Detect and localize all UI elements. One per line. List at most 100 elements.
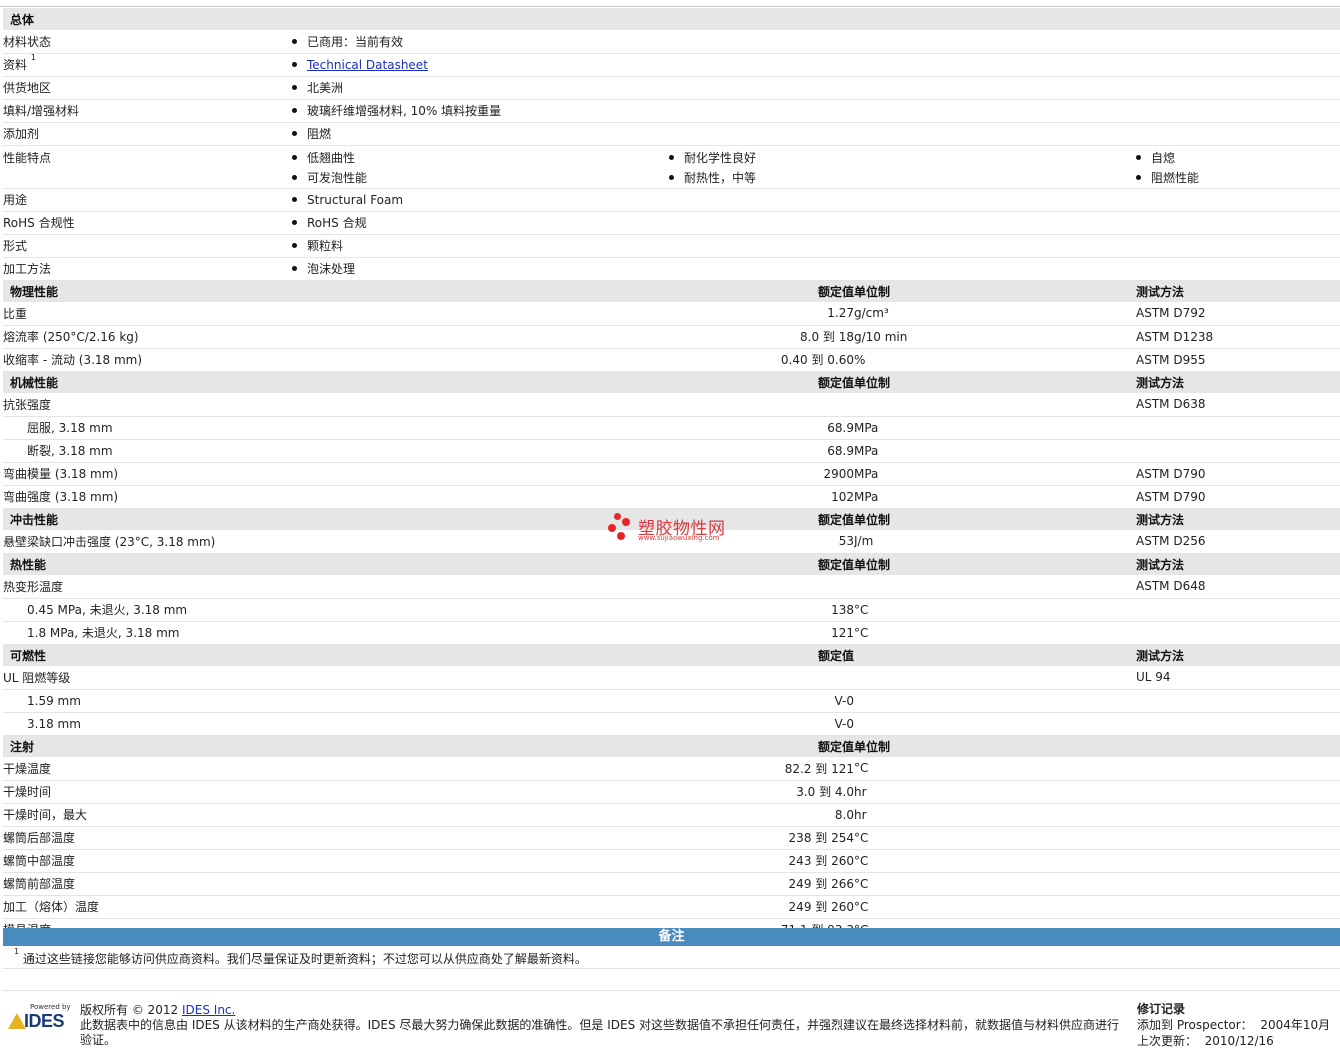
property-unit: °C	[854, 872, 1136, 896]
bullet-item: Structural Foam	[292, 193, 403, 207]
property-label: 收缩率 - 流动 (3.18 mm)	[3, 348, 669, 372]
property-unit	[854, 712, 1136, 736]
property-row: 干燥时间，最大 8.0 hr	[3, 803, 1340, 827]
property-row: 螺筒中部温度 243 到 260 °C	[3, 849, 1340, 873]
ides-logo[interactable]: Powered by IDES	[8, 1003, 72, 1033]
bullet-icon	[669, 174, 674, 180]
property-test-method: ASTM D790	[1136, 462, 1340, 486]
bullet-icon	[292, 108, 297, 113]
features-column: 耐化学性良好 耐热性，中等	[669, 145, 1136, 189]
property-unit	[854, 575, 1136, 599]
property-value: 8.0	[669, 803, 854, 827]
property-label: 比重	[3, 302, 669, 326]
bullet-item: 低翘曲性	[292, 151, 355, 165]
property-value: 1.27	[669, 302, 854, 326]
property-unit	[854, 689, 1136, 713]
property-row: 比重 1.27 g/cm³ ASTM D792	[3, 302, 1340, 326]
property-unit	[854, 666, 1136, 690]
unit-header: 单位制	[854, 735, 1136, 757]
bullet-item: 耐化学性良好	[669, 151, 756, 165]
unit-header: 单位制	[854, 371, 1136, 393]
bullet-item: RoHS 合规	[292, 216, 367, 230]
property-row: 螺筒后部温度 238 到 254 °C	[3, 826, 1340, 850]
nominal-header: 额定值	[669, 371, 854, 393]
property-test-method	[1136, 803, 1340, 827]
bullet-item: 泡沫处理	[292, 262, 355, 276]
property-row: 3.18 mm V-0	[3, 712, 1340, 736]
property-value	[669, 393, 854, 417]
property-row: 螺筒前部温度 249 到 266 °C	[3, 872, 1340, 896]
section-header-thermal: 热性能 额定值 单位制 测试方法	[3, 553, 1340, 575]
row-label: RoHS 合规性	[3, 211, 292, 235]
property-row: 热变形温度 ASTM D648	[3, 575, 1340, 599]
property-row: 加工（熔体）温度 249 到 260 °C	[3, 895, 1340, 919]
row-label: 材料状态	[3, 30, 292, 54]
property-value: 121	[669, 621, 854, 645]
top-border	[0, 0, 1340, 7]
property-value: V-0	[669, 689, 854, 713]
property-value: 82.2 到 121	[669, 757, 854, 781]
property-unit: °C	[854, 621, 1136, 645]
nominal-header: 额定值	[669, 644, 854, 666]
property-test-method	[1136, 621, 1340, 645]
property-row: 弯曲模量 (3.18 mm) 2900 MPa ASTM D790	[3, 462, 1340, 486]
row-label: 形式	[3, 234, 292, 258]
bullet-item[interactable]: Technical Datasheet	[292, 58, 428, 72]
property-label: 干燥时间，最大	[3, 803, 669, 827]
property-unit: MPa	[854, 439, 1136, 463]
watermark-logo: 塑胶物性网 www.sujiaowuxing.com	[606, 511, 746, 547]
nominal-header: 额定值	[669, 735, 854, 757]
nominal-header: 额定值	[669, 280, 854, 302]
revision-history: 修订记录 添加到 Prospector： 2004年10月 上次更新： 2010…	[1137, 1002, 1331, 1048]
divider	[3, 968, 1340, 969]
property-label: 热变形温度	[3, 575, 669, 599]
test-header: 测试方法	[1136, 644, 1340, 666]
property-label: 加工（熔体）温度	[3, 895, 669, 919]
property-value: 138	[669, 598, 854, 622]
unit-header: 单位制	[854, 553, 1136, 575]
section-header-flammability: 可燃性 额定值 测试方法	[3, 644, 1340, 666]
property-test-method	[1136, 712, 1340, 736]
general-row: 资料 1 Technical Datasheet	[3, 53, 1340, 77]
row-label: 供货地区	[3, 76, 292, 100]
row-value: Structural Foam	[292, 188, 1340, 212]
property-test-method	[1136, 757, 1340, 781]
property-test-method: ASTM D1238	[1136, 325, 1340, 349]
bullet-icon	[292, 174, 297, 180]
watermark-url: www.sujiaowuxing.com	[638, 534, 720, 542]
bullet-item: 阻燃性能	[1136, 171, 1199, 185]
bullet-icon	[669, 154, 674, 160]
property-value	[669, 666, 854, 690]
property-test-method: ASTM D792	[1136, 302, 1340, 326]
bullet-item: 已商用：当前有效	[292, 35, 403, 49]
property-label: UL 阻燃等级	[3, 666, 669, 690]
test-header: 测试方法	[1136, 553, 1340, 575]
property-label: 抗张强度	[3, 393, 669, 417]
row-value: 玻璃纤维增强材料, 10% 填料按重量	[292, 99, 1340, 123]
property-label: 干燥温度	[3, 757, 669, 781]
row-value: 已商用：当前有效	[292, 30, 1340, 54]
property-label: 熔流率 (250°C/2.16 kg)	[3, 325, 669, 349]
bullet-icon	[292, 243, 297, 248]
ides-link[interactable]: IDES Inc.	[182, 1003, 235, 1017]
property-test-method: ASTM D790	[1136, 485, 1340, 509]
bullet-item: 自熄	[1136, 151, 1175, 165]
general-row: 供货地区 北美洲	[3, 76, 1340, 100]
general-row: 用途 Structural Foam	[3, 188, 1340, 212]
general-row: 填料/增强材料 玻璃纤维增强材料, 10% 填料按重量	[3, 99, 1340, 123]
section-header-physical: 物理性能 额定值 单位制 测试方法	[3, 280, 1340, 302]
property-row: 抗张强度 ASTM D638	[3, 393, 1340, 417]
property-test-method: ASTM D648	[1136, 575, 1340, 599]
property-label: 屈服, 3.18 mm	[3, 416, 669, 440]
datasheet-link[interactable]: Technical Datasheet	[307, 58, 428, 72]
property-label: 悬壁梁缺口冲击强度 (23°C, 3.18 mm)	[3, 530, 669, 554]
property-test-method	[1136, 895, 1340, 919]
bullet-item: 阻燃	[292, 127, 331, 141]
property-test-method: UL 94	[1136, 666, 1340, 690]
property-row: 弯曲强度 (3.18 mm) 102 MPa ASTM D790	[3, 485, 1340, 509]
property-test-method	[1136, 689, 1340, 713]
property-test-method	[1136, 849, 1340, 873]
property-test-method	[1136, 826, 1340, 850]
row-label: 填料/增强材料	[3, 99, 292, 123]
property-value: 8.0 到 18	[669, 325, 854, 349]
